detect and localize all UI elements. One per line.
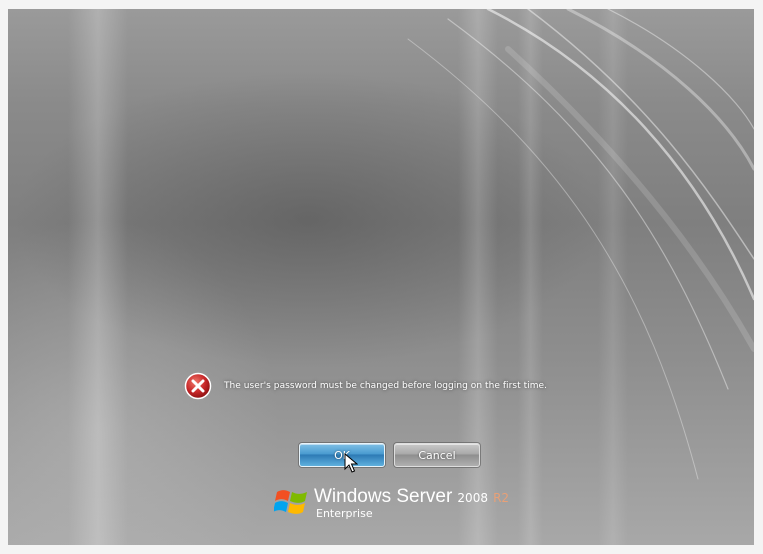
ok-button[interactable]: OK bbox=[299, 443, 385, 467]
error-message-text: The user's password must be changed befo… bbox=[224, 381, 548, 391]
product-release: R2 bbox=[493, 491, 510, 505]
product-name: Windows Server bbox=[314, 486, 453, 507]
mouse-cursor-icon bbox=[344, 453, 358, 473]
error-message-row: The user's password must be changed befo… bbox=[184, 372, 547, 400]
product-edition: Enterprise bbox=[316, 507, 373, 520]
error-x-icon bbox=[184, 372, 212, 400]
product-version: 2008 bbox=[457, 491, 488, 505]
windows-flag-icon bbox=[274, 490, 307, 514]
windows-server-logo: Windows Server 2008 R2 Enterprise bbox=[274, 487, 509, 519]
cancel-button[interactable]: Cancel bbox=[394, 443, 480, 467]
logon-screen: The user's password must be changed befo… bbox=[8, 9, 754, 545]
